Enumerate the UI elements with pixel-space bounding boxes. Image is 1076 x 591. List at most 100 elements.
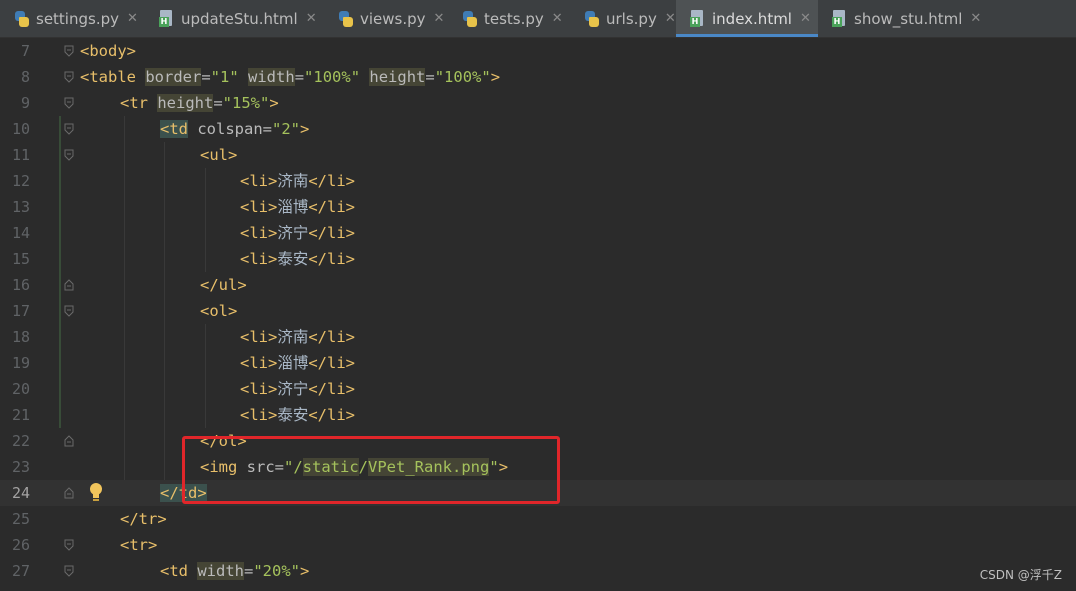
code-tag: </li> — [308, 224, 356, 242]
code-line[interactable]: 18 <li>济南</li> — [0, 324, 1076, 350]
code-editor[interactable]: 7 <body> 8 <table border="1" width="100%… — [0, 38, 1076, 591]
code-tag: </ — [160, 484, 179, 502]
code-tag: </tr> — [120, 510, 167, 528]
tab-label: urls.py — [606, 9, 657, 28]
code-equals: = — [213, 94, 223, 112]
fold-open-icon[interactable] — [64, 539, 74, 551]
close-icon[interactable]: ✕ — [800, 11, 811, 26]
code-line[interactable]: 14 <li>济宁</li> — [0, 220, 1076, 246]
html-file-icon: H — [832, 9, 848, 28]
line-number: 22 — [11, 432, 30, 450]
code-tag: <ol> — [200, 302, 238, 320]
code-text: 淄博 — [277, 354, 309, 372]
line-number: 24 — [11, 484, 30, 502]
code-text: 济宁 — [277, 380, 309, 398]
tab-settings-py[interactable]: settings.py ✕ — [0, 0, 145, 37]
code-tag: </li> — [308, 172, 356, 190]
code-tag: <ul> — [200, 146, 238, 164]
code-line[interactable]: 9 <tr height="15%"> — [0, 90, 1076, 116]
fold-close-icon[interactable] — [64, 487, 74, 499]
code-line[interactable]: 20 <li>济宁</li> — [0, 376, 1076, 402]
tab-label: views.py — [360, 9, 426, 28]
html-file-icon: H — [159, 9, 175, 28]
fold-open-icon[interactable] — [64, 305, 74, 317]
tab-label: show_stu.html — [854, 9, 963, 28]
line-number: 13 — [11, 198, 30, 216]
fold-open-icon[interactable] — [64, 123, 74, 135]
close-icon[interactable]: ✕ — [306, 11, 317, 26]
close-icon[interactable]: ✕ — [665, 11, 676, 26]
fold-close-icon[interactable] — [64, 435, 74, 447]
tab-tests-py[interactable]: tests.py ✕ — [448, 0, 570, 37]
line-number: 27 — [11, 562, 30, 580]
code-line[interactable]: 13 <li>淄博</li> — [0, 194, 1076, 220]
close-icon[interactable]: ✕ — [127, 11, 138, 26]
line-number: 25 — [11, 510, 30, 528]
tab-show-stu-html[interactable]: H show_stu.html ✕ — [818, 0, 996, 37]
fold-close-icon[interactable] — [64, 279, 74, 291]
fold-open-icon[interactable] — [64, 45, 74, 57]
code-tag: <tr — [120, 94, 158, 112]
python-file-icon — [14, 10, 30, 28]
line-number: 15 — [11, 250, 30, 268]
code-tag: <li> — [240, 198, 278, 216]
line-number: 20 — [11, 380, 30, 398]
code-equals: = — [425, 68, 435, 86]
fold-open-icon[interactable] — [64, 149, 74, 161]
code-tag: <li> — [240, 172, 278, 190]
fold-open-icon[interactable] — [64, 97, 74, 109]
line-number: 9 — [20, 94, 30, 112]
code-line[interactable]: 19 <li>淄博</li> — [0, 350, 1076, 376]
line-number: 19 — [11, 354, 30, 372]
code-line[interactable]: 17 <ol> — [0, 298, 1076, 324]
python-file-icon — [338, 10, 354, 28]
tab-label: tests.py — [484, 9, 544, 28]
code-attribute: colspan — [188, 120, 263, 138]
code-line[interactable]: 16 </ul> — [0, 272, 1076, 298]
line-number: 18 — [11, 328, 30, 346]
line-number: 26 — [11, 536, 30, 554]
code-line[interactable]: 26 <tr> — [0, 532, 1076, 558]
code-tag: <li> — [240, 406, 278, 424]
close-icon[interactable]: ✕ — [970, 11, 981, 26]
lightbulb-icon[interactable] — [88, 482, 104, 502]
code-line[interactable]: 12 <li>济南</li> — [0, 168, 1076, 194]
tab-updatestu-html[interactable]: H updateStu.html ✕ — [145, 0, 324, 37]
code-tag: </li> — [308, 250, 356, 268]
code-equals: = — [244, 562, 254, 580]
code-line[interactable]: 11 <ul> — [0, 142, 1076, 168]
html-file-icon: H — [690, 9, 706, 28]
line-number: 8 — [20, 68, 30, 86]
code-line[interactable]: 21 <li>泰安</li> — [0, 402, 1076, 428]
line-number: 23 — [11, 458, 30, 476]
code-line[interactable]: 7 <body> — [0, 38, 1076, 64]
code-tag: <li> — [240, 380, 278, 398]
line-number: 11 — [11, 146, 30, 164]
line-number: 16 — [11, 276, 30, 294]
fold-open-icon[interactable] — [64, 71, 74, 83]
code-tag: <td — [160, 562, 198, 580]
close-icon[interactable]: ✕ — [552, 11, 563, 26]
tab-urls-py[interactable]: urls.py ✕ — [570, 0, 676, 37]
code-text: 泰安 — [277, 250, 309, 268]
code-tag: > — [269, 94, 279, 112]
code-text: 济南 — [277, 328, 309, 346]
code-line[interactable]: 10 <td colspan="2"> — [0, 116, 1076, 142]
fold-open-icon[interactable] — [64, 565, 74, 577]
python-file-icon — [584, 10, 600, 28]
tab-label: index.html — [712, 9, 792, 28]
code-tag: > — [300, 562, 310, 580]
code-line[interactable]: 27 <td width="20%"> — [0, 558, 1076, 584]
code-tag: <td — [160, 120, 188, 138]
tab-label: updateStu.html — [181, 9, 298, 28]
code-line[interactable]: 8 <table border="1" width="100%" height=… — [0, 64, 1076, 90]
close-icon[interactable]: ✕ — [434, 11, 445, 26]
tab-views-py[interactable]: views.py ✕ — [324, 0, 448, 37]
code-line[interactable]: 15 <li>泰安</li> — [0, 246, 1076, 272]
tab-index-html[interactable]: H index.html ✕ — [676, 0, 818, 37]
code-value: "2" — [272, 120, 300, 138]
code-text: 济宁 — [277, 224, 309, 242]
code-attribute: width — [197, 562, 244, 580]
code-line[interactable]: 25 </tr> — [0, 506, 1076, 532]
code-tag: </ul> — [200, 276, 247, 294]
